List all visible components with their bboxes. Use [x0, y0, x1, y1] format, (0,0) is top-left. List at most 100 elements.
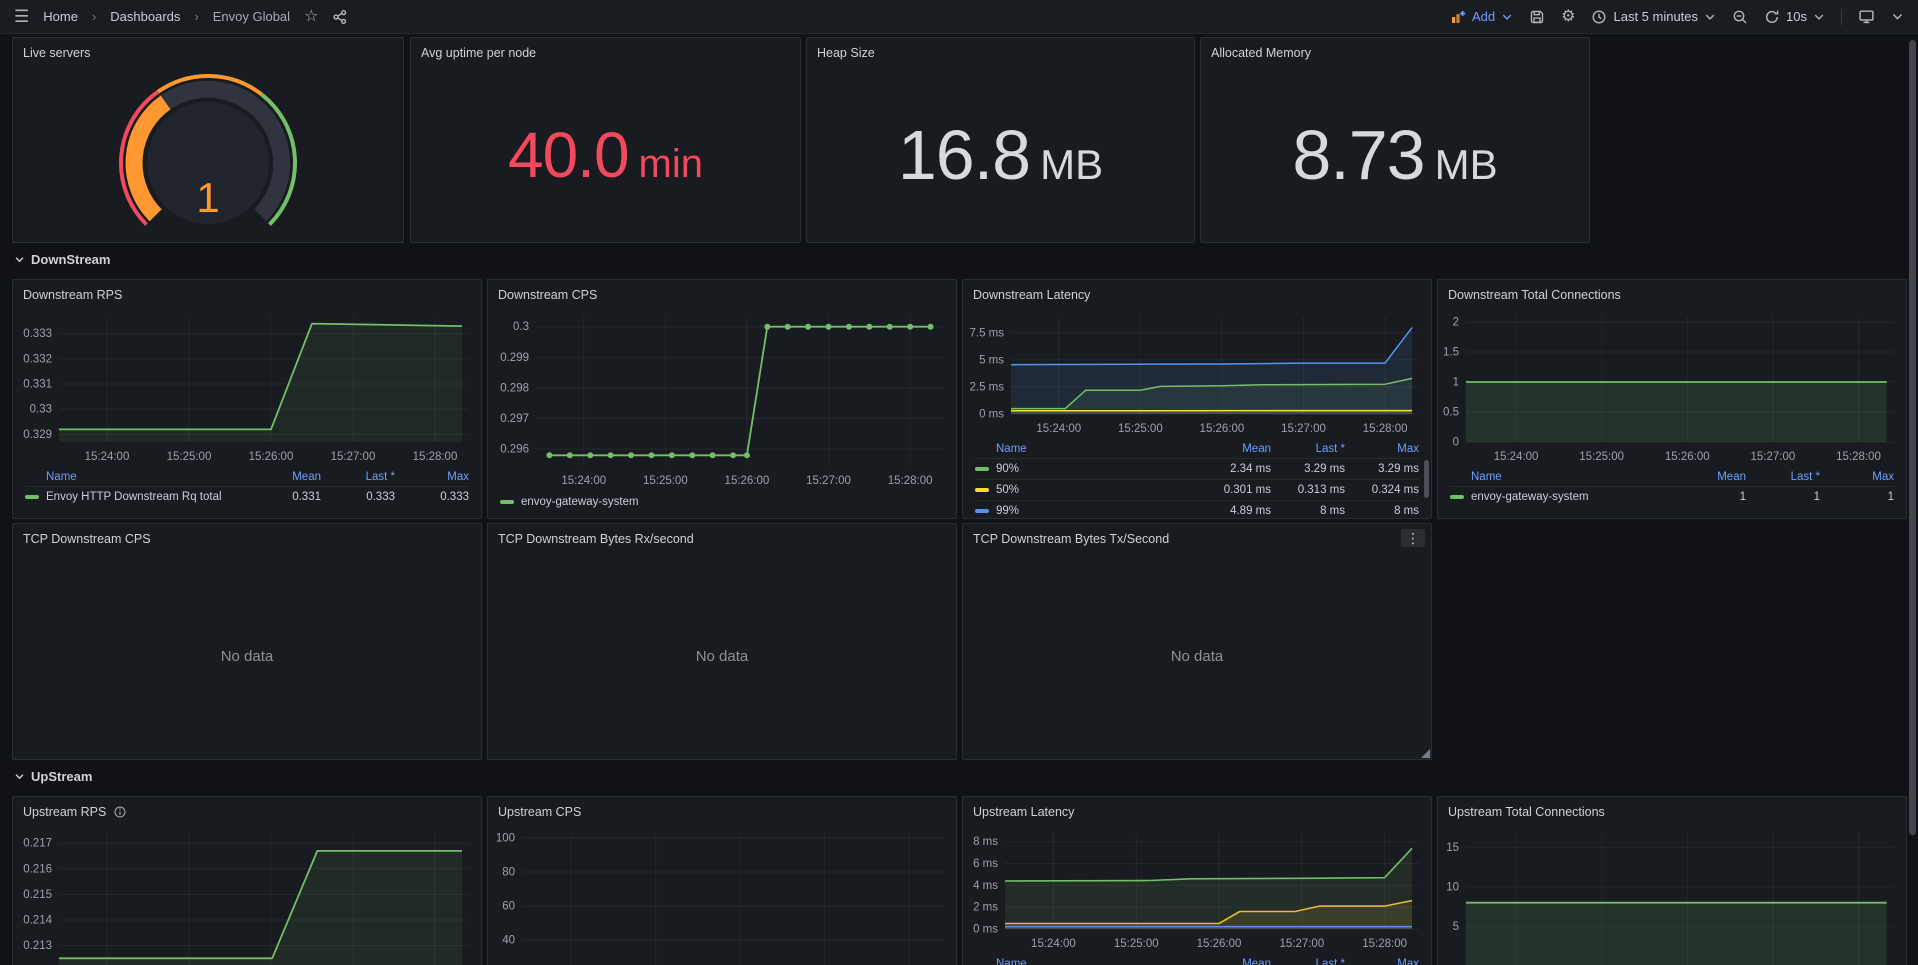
row-downstream-toggle[interactable]: DownStream [14, 252, 110, 267]
panel-title[interactable]: Downstream RPS [23, 288, 122, 302]
chevron-down-icon [14, 771, 25, 782]
legend-column-header[interactable]: Mean [247, 468, 321, 487]
save-icon[interactable] [1529, 9, 1545, 25]
menu-icon[interactable]: ☰ [14, 8, 29, 25]
panel-title[interactable]: Downstream Total Connections [1448, 288, 1621, 302]
legend-row[interactable]: envoy-gateway-system111 [1450, 487, 1894, 508]
legend-column-header[interactable]: Max [1820, 468, 1894, 487]
svg-text:0.296: 0.296 [500, 444, 529, 456]
add-button[interactable]: Add [1450, 9, 1513, 25]
chart-svg: 15:24:0015:25:0015:26:0015:27:0015:28:00… [963, 310, 1431, 440]
breadcrumb-dashboards[interactable]: Dashboards [110, 9, 180, 24]
svg-text:80: 80 [502, 866, 515, 878]
zoom-out-icon[interactable] [1732, 9, 1748, 25]
share-icon[interactable] [332, 9, 348, 25]
gauge-value: 1 [196, 174, 219, 221]
legend-column-header[interactable]: Max [1345, 955, 1419, 965]
timeseries-chart[interactable]: 15:24:0015:25:0015:26:0015:27:0015:28:00… [488, 310, 956, 492]
legend-column-header[interactable]: Max [1345, 440, 1419, 459]
svg-text:15:26:00: 15:26:00 [1200, 423, 1245, 435]
svg-text:15:28:00: 15:28:00 [888, 475, 933, 487]
svg-text:15:24:00: 15:24:00 [1494, 451, 1539, 463]
legend-column-header[interactable]: Last * [321, 468, 395, 487]
legend-column-header[interactable]: Name [975, 440, 1197, 459]
time-range-picker[interactable]: Last 5 minutes [1591, 9, 1716, 25]
series-swatch [500, 500, 514, 504]
svg-text:2 ms: 2 ms [973, 902, 998, 914]
svg-text:15:24:00: 15:24:00 [85, 451, 130, 463]
svg-text:15:28:00: 15:28:00 [1362, 938, 1407, 950]
timeseries-chart[interactable]: 15:24:0015:25:0015:26:0015:27:0015:28:00… [963, 310, 1431, 440]
series-swatch [975, 467, 989, 471]
svg-text:15:24:00: 15:24:00 [1036, 423, 1081, 435]
panel-menu-icon[interactable]: ⋮ [1401, 529, 1425, 547]
grafana-dashboard: ☰ Home › Dashboards › Envoy Global ☆ [0, 0, 1918, 965]
legend-column-header[interactable]: Last * [1746, 468, 1820, 487]
legend-column-header[interactable]: Max [395, 468, 469, 487]
panel-upstream-cps: Upstream CPS 15:24:0015:25:0015:26:0015:… [487, 796, 957, 965]
row-upstream-toggle[interactable]: UpStream [14, 769, 92, 784]
legend-row[interactable]: 50%0.301 ms0.313 ms0.324 ms [975, 480, 1419, 501]
chevron-down-icon[interactable] [1891, 10, 1904, 23]
legend-column-header[interactable]: Mean [1197, 440, 1271, 459]
legend-column-header[interactable]: Mean [1197, 955, 1271, 965]
gear-icon[interactable]: ⚙ [1561, 9, 1575, 25]
timeseries-chart[interactable]: 15:24:0015:25:0015:26:0015:27:0015:28:00… [13, 827, 481, 965]
panel-heap-size: Heap Size 16.8 MB [806, 37, 1195, 243]
stat-unit: MB [1040, 144, 1103, 186]
panel-title[interactable]: Avg uptime per node [421, 46, 536, 60]
panel-title[interactable]: Upstream CPS [498, 805, 581, 819]
panel-title[interactable]: TCP Downstream Bytes Rx/second [498, 532, 694, 546]
legend-column-header[interactable]: Mean [1672, 468, 1746, 487]
svg-text:0.329: 0.329 [23, 429, 52, 441]
legend-row[interactable]: 90%2.34 ms3.29 ms3.29 ms [975, 459, 1419, 480]
no-data-message: No data [963, 554, 1431, 759]
svg-text:2.5 ms: 2.5 ms [969, 381, 1004, 393]
section-label: UpStream [31, 769, 92, 784]
legend-column-header[interactable]: Name [975, 955, 1197, 965]
svg-text:15:24:00: 15:24:00 [1031, 938, 1076, 950]
panel-title[interactable]: Upstream RPS [23, 805, 106, 819]
legend-row[interactable]: Envoy HTTP Downstream Rq total0.3310.333… [25, 487, 469, 508]
panel-downstream-rps: Downstream RPS 15:24:0015:25:0015:26:001… [12, 279, 482, 519]
legend-table: NameMeanLast *Max90%2.34 ms3.29 ms3.29 m… [975, 440, 1419, 519]
panel-title[interactable]: Downstream CPS [498, 288, 597, 302]
refresh-icon [1764, 9, 1780, 25]
star-icon[interactable]: ☆ [304, 9, 318, 25]
panel-title[interactable]: TCP Downstream CPS [23, 532, 151, 546]
dashboard-scrollbar[interactable] [1909, 40, 1916, 835]
timeseries-chart[interactable]: 15:24:0015:25:0015:26:0015:27:0015:28:00… [488, 827, 956, 965]
svg-text:15: 15 [1446, 842, 1459, 854]
stat-value: 16.8 [898, 120, 1030, 190]
timeseries-chart[interactable]: 15:24:0015:25:0015:26:0015:27:0015:28:00… [1438, 827, 1906, 965]
kiosk-monitor-icon[interactable] [1858, 8, 1875, 25]
info-icon[interactable] [113, 805, 127, 819]
legend-column-header[interactable]: Last * [1271, 955, 1345, 965]
refresh-picker[interactable]: 10s [1764, 9, 1825, 25]
panel-resize-handle[interactable] [1421, 749, 1430, 758]
panel-upstream-rps: Upstream RPS 15:24:0015:25:0015:26:0015:… [12, 796, 482, 965]
panel-title[interactable]: Downstream Latency [973, 288, 1090, 302]
panel-title[interactable]: Allocated Memory [1211, 46, 1311, 60]
chart-svg: 15:24:0015:25:0015:26:0015:27:0015:28:00… [13, 827, 481, 965]
top-navbar: ☰ Home › Dashboards › Envoy Global ☆ [0, 0, 1918, 34]
legend-column-header[interactable]: Name [25, 468, 247, 487]
legend-scrollbar[interactable] [1424, 460, 1429, 498]
panel-title[interactable]: TCP Downstream Bytes Tx/Second [973, 532, 1169, 546]
panel-title[interactable]: Live servers [23, 46, 90, 60]
panel-title[interactable]: Upstream Latency [973, 805, 1074, 819]
timeseries-chart[interactable]: 15:24:0015:25:0015:26:0015:27:0015:28:00… [13, 310, 481, 468]
legend-row[interactable]: 99%4.89 ms8 ms8 ms [975, 501, 1419, 520]
svg-text:15:27:00: 15:27:00 [331, 451, 376, 463]
legend: NameMeanLast *Maxenvoy-gateway-system111 [1438, 468, 1906, 507]
no-data-message: No data [13, 554, 481, 759]
legend-item[interactable]: envoy-gateway-system [500, 496, 639, 508]
timeseries-chart[interactable]: 15:24:0015:25:0015:26:0015:27:0015:28:00… [963, 827, 1431, 955]
legend-column-header[interactable]: Last * [1271, 440, 1345, 459]
legend-column-header[interactable]: Name [1450, 468, 1672, 487]
timeseries-chart[interactable]: 15:24:0015:25:0015:26:0015:27:0015:28:00… [1438, 310, 1906, 468]
breadcrumb-home[interactable]: Home [43, 9, 78, 24]
panel-title[interactable]: Upstream Total Connections [1448, 805, 1605, 819]
breadcrumb-separator: › [92, 9, 96, 24]
panel-title[interactable]: Heap Size [817, 46, 875, 60]
